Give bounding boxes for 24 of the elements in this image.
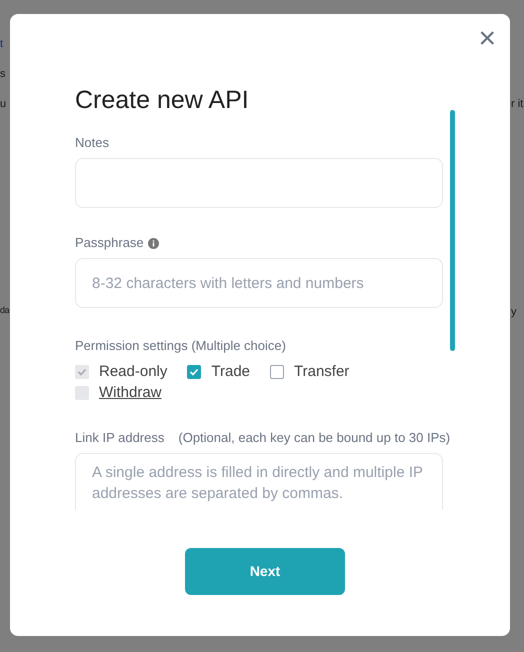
info-icon bbox=[148, 238, 159, 248]
checkbox-label[interactable]: Transfer bbox=[294, 360, 350, 384]
passphrase-field[interactable]: 8-32 characters with letters and numbers bbox=[75, 258, 443, 308]
background-text: u bbox=[0, 97, 6, 112]
close-button[interactable]: × bbox=[478, 24, 496, 54]
background-text: da bbox=[0, 304, 10, 317]
check-icon bbox=[189, 367, 200, 377]
notes-field[interactable] bbox=[75, 158, 443, 208]
background-text: s bbox=[0, 67, 6, 82]
field-label: Passphrase bbox=[75, 234, 144, 252]
dialog-title: Create new API bbox=[75, 85, 249, 116]
check-icon bbox=[77, 367, 87, 377]
checkbox[interactable] bbox=[270, 365, 284, 379]
background-text: t bbox=[0, 37, 4, 52]
field-label: Link IP address bbox=[75, 428, 164, 446]
scrollbar[interactable] bbox=[450, 110, 455, 351]
background-text: y bbox=[511, 305, 516, 320]
background-text: r it bbox=[511, 97, 524, 112]
field-label: Permission settings (Multiple choice) bbox=[75, 337, 287, 355]
ip-address-field[interactable]: A single address is filled in directly and multiple IP addresses are separated by commas. bbox=[75, 453, 443, 510]
checkbox[interactable] bbox=[187, 365, 202, 379]
checkbox-label[interactable]: Trade bbox=[211, 360, 250, 384]
field-label: Notes bbox=[75, 134, 110, 152]
field-hint: (Optional, each key can be bound up to 30 IPs) bbox=[178, 428, 450, 447]
